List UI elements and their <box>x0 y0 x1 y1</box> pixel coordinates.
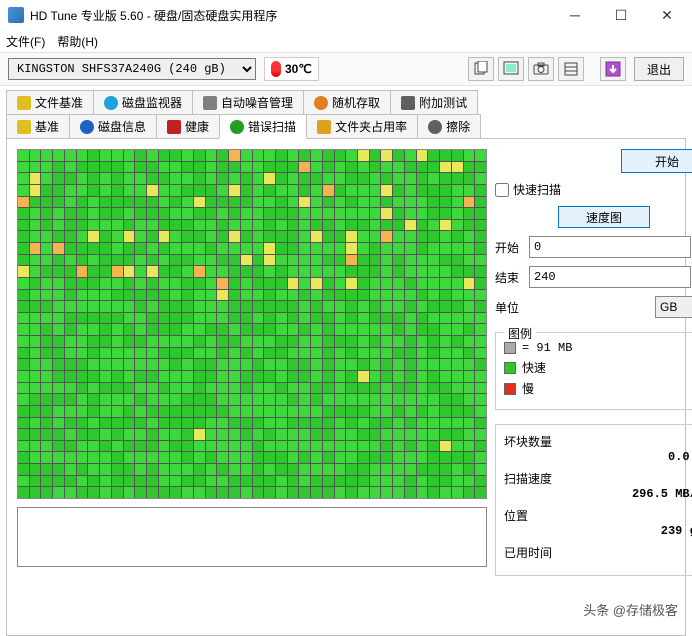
menu-file[interactable]: 文件(F) <box>6 33 45 50</box>
tab-label: 随机存取 <box>332 94 380 111</box>
unit-select[interactable]: GB <box>655 296 692 318</box>
legend-slow-swatch <box>504 383 516 395</box>
end-label: 结束 <box>495 269 523 286</box>
tab-磁盘信息[interactable]: 磁盘信息 <box>69 114 157 138</box>
start-input[interactable] <box>529 236 691 258</box>
tab-icon <box>428 120 442 134</box>
legend-fast-swatch <box>504 362 516 374</box>
tab-文件夹占用率[interactable]: 文件夹占用率 <box>306 114 418 138</box>
tab-磁盘监视器[interactable]: 磁盘监视器 <box>93 90 193 114</box>
quick-scan-label: 快速扫描 <box>513 181 561 198</box>
options-button[interactable] <box>558 57 584 81</box>
minimize-button[interactable]: ─ <box>552 0 598 30</box>
tab-文件基准[interactable]: 文件基准 <box>6 90 94 114</box>
end-input[interactable] <box>529 266 691 288</box>
tab-label: 错误扫描 <box>248 118 296 135</box>
temperature-display: 30℃ <box>264 57 319 81</box>
tab-label: 磁盘监视器 <box>122 94 182 111</box>
tab-icon <box>17 120 31 134</box>
drive-select[interactable]: KINGSTON SHFS37A240G (240 gB) <box>8 58 256 80</box>
log-output <box>17 507 487 567</box>
position-value: 239 gB <box>504 524 692 538</box>
close-button[interactable]: ✕ <box>644 0 690 30</box>
start-label: 开始 <box>495 239 523 256</box>
tab-健康[interactable]: 健康 <box>156 114 220 138</box>
damaged-value: 0.0 % <box>504 450 692 464</box>
tab-icon <box>17 96 31 110</box>
tab-icon <box>80 120 94 134</box>
maximize-button[interactable]: ☐ <box>598 0 644 30</box>
tab-label: 擦除 <box>446 118 470 135</box>
damaged-label: 坏块数量 <box>504 433 692 450</box>
tab-icon <box>203 96 217 110</box>
tab-icon <box>167 120 181 134</box>
tab-icon <box>317 120 331 134</box>
legend-title: 图例 <box>504 325 536 342</box>
tab-错误扫描[interactable]: 错误扫描 <box>219 114 307 139</box>
scan-block-map <box>17 149 487 499</box>
screenshot-button[interactable] <box>528 57 554 81</box>
speed-value: 296.5 MB/s <box>504 487 692 501</box>
unit-label: 单位 <box>495 299 523 316</box>
tab-icon <box>104 96 118 110</box>
tab-icon <box>401 96 415 110</box>
copy-info-button[interactable] <box>468 57 494 81</box>
speed-label: 扫描速度 <box>504 470 692 487</box>
tab-icon <box>314 96 328 110</box>
save-button[interactable] <box>600 57 626 81</box>
tab-label: 基准 <box>35 118 59 135</box>
tab-随机存取[interactable]: 随机存取 <box>303 90 391 114</box>
thermometer-icon <box>271 61 281 77</box>
tab-label: 文件基准 <box>35 94 83 111</box>
exit-button[interactable]: 退出 <box>634 57 684 81</box>
window-title: HD Tune 专业版 5.60 - 硬盘/固态硬盘实用程序 <box>30 7 552 24</box>
tab-label: 附加测试 <box>419 94 467 111</box>
tab-label: 健康 <box>185 118 209 135</box>
menu-help[interactable]: 帮助(H) <box>57 33 98 50</box>
elapsed-label: 已用时间 <box>504 544 692 561</box>
tab-label: 磁盘信息 <box>98 118 146 135</box>
watermark: 头条 @存储极客 <box>583 600 678 619</box>
tab-附加测试[interactable]: 附加测试 <box>390 90 478 114</box>
position-label: 位置 <box>504 507 692 524</box>
tab-基准[interactable]: 基准 <box>6 114 70 138</box>
app-icon <box>8 7 24 23</box>
tab-label: 文件夹占用率 <box>335 118 407 135</box>
quick-scan-checkbox[interactable] <box>495 183 509 197</box>
tab-label: 自动噪音管理 <box>221 94 293 111</box>
tab-icon <box>230 120 244 134</box>
start-scan-button[interactable]: 开始 <box>621 149 692 173</box>
copy-screenshot-button[interactable] <box>498 57 524 81</box>
legend-block-swatch <box>504 342 516 354</box>
tab-自动噪音管理[interactable]: 自动噪音管理 <box>192 90 304 114</box>
speed-map-button[interactable]: 速度图 <box>558 206 650 228</box>
tab-擦除[interactable]: 擦除 <box>417 114 481 138</box>
